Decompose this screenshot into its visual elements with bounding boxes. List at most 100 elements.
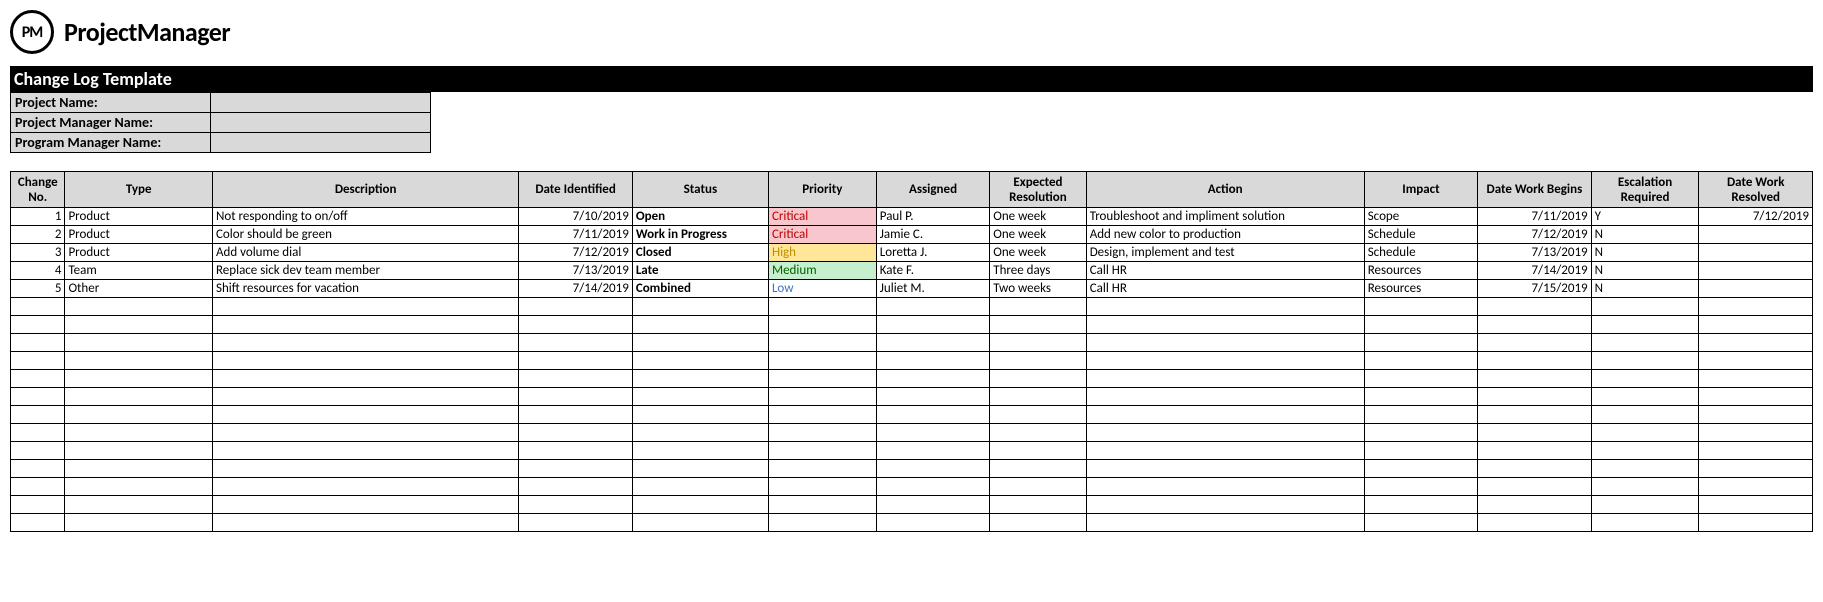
cell-empty[interactable] (65, 334, 213, 352)
cell-status[interactable]: Late (632, 262, 768, 280)
cell-type[interactable]: Product (65, 244, 213, 262)
cell-empty[interactable] (1364, 442, 1477, 460)
meta-value[interactable] (211, 113, 431, 133)
cell-empty[interactable] (11, 388, 65, 406)
cell-empty[interactable] (1591, 442, 1699, 460)
meta-value[interactable] (211, 93, 431, 113)
cell-empty[interactable] (1699, 352, 1813, 370)
cell-empty[interactable] (65, 496, 213, 514)
cell-empty[interactable] (632, 334, 768, 352)
cell-empty[interactable] (632, 442, 768, 460)
cell-empty[interactable] (1478, 370, 1591, 388)
cell-empty[interactable] (1364, 298, 1477, 316)
cell-empty[interactable] (1364, 334, 1477, 352)
cell-empty[interactable] (990, 298, 1086, 316)
cell-empty[interactable] (990, 424, 1086, 442)
cell-empty[interactable] (212, 334, 518, 352)
cell-empty[interactable] (1364, 388, 1477, 406)
cell-escalation[interactable]: N (1591, 262, 1699, 280)
cell-empty[interactable] (768, 352, 876, 370)
cell-empty[interactable] (1591, 316, 1699, 334)
cell-assigned[interactable]: Juliet M. (876, 280, 989, 298)
cell-empty[interactable] (768, 460, 876, 478)
cell-empty[interactable] (1478, 460, 1591, 478)
cell-empty[interactable] (1699, 514, 1813, 532)
cell-empty[interactable] (65, 478, 213, 496)
cell-empty[interactable] (1591, 406, 1699, 424)
cell-empty[interactable] (768, 442, 876, 460)
cell-empty[interactable] (11, 370, 65, 388)
cell-empty[interactable] (212, 316, 518, 334)
cell-date-identified[interactable]: 7/14/2019 (519, 280, 632, 298)
cell-empty[interactable] (632, 496, 768, 514)
cell-assigned[interactable]: Jamie C. (876, 226, 989, 244)
cell-empty[interactable] (632, 406, 768, 424)
cell-empty[interactable] (876, 424, 989, 442)
cell-empty[interactable] (1478, 424, 1591, 442)
cell-empty[interactable] (519, 370, 632, 388)
cell-empty[interactable] (632, 370, 768, 388)
cell-empty[interactable] (212, 406, 518, 424)
cell-empty[interactable] (1478, 442, 1591, 460)
cell-empty[interactable] (1086, 406, 1364, 424)
cell-action[interactable]: Call HR (1086, 262, 1364, 280)
cell-type[interactable]: Product (65, 226, 213, 244)
cell-empty[interactable] (1478, 298, 1591, 316)
cell-empty[interactable] (1699, 478, 1813, 496)
cell-date-identified[interactable]: 7/11/2019 (519, 226, 632, 244)
cell-expected-resolution[interactable]: One week (990, 208, 1086, 226)
cell-empty[interactable] (1478, 352, 1591, 370)
cell-empty[interactable] (65, 442, 213, 460)
cell-no[interactable]: 1 (11, 208, 65, 226)
cell-empty[interactable] (876, 388, 989, 406)
cell-date-work-resolved[interactable] (1699, 262, 1813, 280)
cell-empty[interactable] (65, 406, 213, 424)
cell-empty[interactable] (876, 334, 989, 352)
cell-status[interactable]: Combined (632, 280, 768, 298)
cell-date-work-begins[interactable]: 7/12/2019 (1478, 226, 1591, 244)
cell-empty[interactable] (876, 406, 989, 424)
cell-empty[interactable] (990, 478, 1086, 496)
cell-empty[interactable] (212, 460, 518, 478)
cell-empty[interactable] (632, 388, 768, 406)
cell-empty[interactable] (519, 514, 632, 532)
cell-escalation[interactable]: Y (1591, 208, 1699, 226)
cell-action[interactable]: Design, implement and test (1086, 244, 1364, 262)
cell-empty[interactable] (1364, 370, 1477, 388)
cell-date-work-begins[interactable]: 7/15/2019 (1478, 280, 1591, 298)
cell-empty[interactable] (519, 406, 632, 424)
cell-empty[interactable] (876, 370, 989, 388)
cell-empty[interactable] (1086, 442, 1364, 460)
cell-empty[interactable] (632, 478, 768, 496)
cell-empty[interactable] (519, 334, 632, 352)
cell-empty[interactable] (212, 442, 518, 460)
cell-empty[interactable] (876, 316, 989, 334)
cell-empty[interactable] (519, 316, 632, 334)
cell-empty[interactable] (1086, 496, 1364, 514)
cell-empty[interactable] (990, 496, 1086, 514)
cell-desc[interactable]: Replace sick dev team member (212, 262, 518, 280)
cell-empty[interactable] (990, 352, 1086, 370)
cell-desc[interactable]: Add volume dial (212, 244, 518, 262)
cell-empty[interactable] (1591, 352, 1699, 370)
cell-status[interactable]: Open (632, 208, 768, 226)
cell-empty[interactable] (1699, 424, 1813, 442)
cell-empty[interactable] (519, 478, 632, 496)
cell-empty[interactable] (212, 478, 518, 496)
cell-empty[interactable] (632, 460, 768, 478)
cell-desc[interactable]: Shift resources for vacation (212, 280, 518, 298)
cell-priority[interactable]: Critical (768, 208, 876, 226)
cell-empty[interactable] (11, 478, 65, 496)
cell-empty[interactable] (212, 496, 518, 514)
cell-empty[interactable] (11, 496, 65, 514)
cell-empty[interactable] (519, 496, 632, 514)
cell-action[interactable]: Call HR (1086, 280, 1364, 298)
cell-date-work-resolved[interactable]: 7/12/2019 (1699, 208, 1813, 226)
cell-empty[interactable] (876, 298, 989, 316)
cell-empty[interactable] (1591, 298, 1699, 316)
cell-empty[interactable] (1591, 460, 1699, 478)
cell-empty[interactable] (990, 442, 1086, 460)
cell-empty[interactable] (768, 424, 876, 442)
cell-empty[interactable] (1478, 334, 1591, 352)
cell-empty[interactable] (1591, 388, 1699, 406)
